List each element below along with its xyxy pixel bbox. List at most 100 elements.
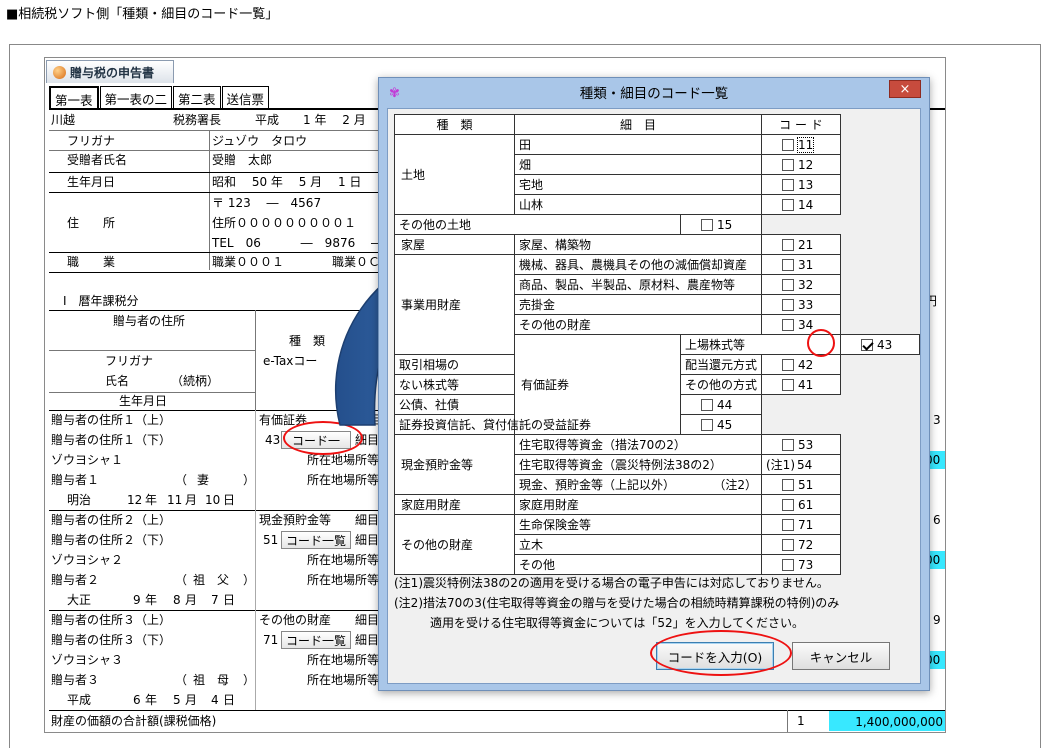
donor2-address-top[interactable]: 贈与者の住所２（上） bbox=[51, 511, 171, 529]
code-checkbox[interactable] bbox=[700, 218, 713, 231]
furigana-field[interactable]: ジュゾウ タロウ bbox=[212, 132, 307, 150]
donor3-kana[interactable]: ゾウヨシャ３ bbox=[51, 651, 123, 669]
donor2-detail-label-2: 細目 bbox=[355, 533, 380, 547]
code-checkbox[interactable] bbox=[782, 178, 794, 191]
code-checkbox[interactable] bbox=[782, 558, 794, 571]
donor1-address-top[interactable]: 贈与者の住所１（上） bbox=[51, 411, 171, 429]
donor2-location-2[interactable]: 所在地場所等 bbox=[307, 571, 379, 589]
code-row: 公債、社債 44 bbox=[394, 394, 920, 415]
item-label: 宅地 bbox=[519, 178, 544, 192]
year-unit: 年 bbox=[145, 593, 158, 607]
close-icon[interactable]: × bbox=[889, 80, 921, 98]
item-label: 家屋、構築物 bbox=[519, 238, 592, 252]
code-checkbox[interactable] bbox=[782, 138, 794, 151]
birth-field[interactable]: 昭和 50 年 5 月 1 日 bbox=[212, 173, 361, 191]
donor3-address-bottom[interactable]: 贈与者の住所３（下） bbox=[51, 631, 171, 649]
tab-sheet-2[interactable]: 第二表 bbox=[173, 86, 221, 108]
tab-transmission[interactable]: 送信票 bbox=[221, 86, 270, 108]
code-checkbox[interactable] bbox=[700, 418, 713, 431]
donor2-month[interactable]: 8 bbox=[173, 591, 181, 609]
donor1-code[interactable]: 43 bbox=[265, 431, 280, 449]
donor-address-header: 贈与者の住所 bbox=[113, 314, 186, 328]
code-checkbox[interactable] bbox=[782, 438, 794, 451]
donor-birth-header: 生年月日 bbox=[119, 394, 168, 408]
donor3-code-list-button[interactable]: コード一覧 bbox=[281, 631, 351, 649]
code-prefix: (注1) bbox=[766, 458, 795, 472]
donor1-kana[interactable]: ゾウヨシャ１ bbox=[51, 451, 123, 469]
code-cell: 15 bbox=[679, 214, 763, 235]
donor2-relation[interactable]: 祖 父 bbox=[193, 571, 229, 589]
code-cell: 12 bbox=[761, 154, 841, 175]
code-checkbox[interactable] bbox=[782, 538, 794, 551]
document-tab[interactable]: 贈与税の申告書 bbox=[46, 60, 174, 83]
dialog-body: 種 類 細 目 コ ー ド 土地田 11 畑 12 宅地 13 山林 14 その他の土地 15 家屋… bbox=[387, 108, 921, 684]
donor2-location-1[interactable]: 所在地場所等 bbox=[307, 551, 379, 569]
recipient-name-field[interactable]: 受贈 太郎 bbox=[212, 151, 272, 169]
code-value: 11 bbox=[796, 136, 815, 153]
donor2-era[interactable]: 大正 bbox=[67, 591, 91, 609]
donor2-name[interactable]: 贈与者２ bbox=[51, 571, 99, 589]
cancel-button[interactable]: キャンセル bbox=[792, 642, 890, 670]
code-cell: 33 bbox=[761, 294, 841, 315]
code-checkbox[interactable] bbox=[782, 478, 794, 491]
donor1-name[interactable]: 贈与者１ bbox=[51, 471, 99, 489]
code-checkbox[interactable] bbox=[782, 298, 794, 311]
donor3-month[interactable]: 5 bbox=[173, 691, 181, 709]
code-checkbox[interactable] bbox=[782, 278, 794, 291]
code-checkbox[interactable] bbox=[700, 398, 713, 411]
code-checkbox[interactable] bbox=[861, 338, 873, 351]
donor3-era[interactable]: 平成 bbox=[67, 691, 91, 709]
donor2-year[interactable]: 9 bbox=[133, 591, 141, 609]
donor2-code-list-button[interactable]: コード一覧 bbox=[281, 531, 351, 549]
donor1-address-bottom[interactable]: 贈与者の住所１（下） bbox=[51, 431, 171, 449]
code-value: 71 bbox=[798, 517, 814, 532]
code-checkbox[interactable] bbox=[782, 378, 794, 391]
donor3-location-1[interactable]: 所在地場所等 bbox=[307, 651, 379, 669]
postal-field[interactable]: 〒 123 ― 4567 bbox=[212, 194, 321, 212]
furigana-label: フリガナ bbox=[67, 134, 116, 148]
code-cell: 32 bbox=[761, 274, 841, 295]
donor2-address-bottom[interactable]: 贈与者の住所２（下） bbox=[51, 531, 171, 549]
code-row: 家庭用財産 家庭用財産 61 bbox=[394, 494, 920, 515]
tab-sheet-1-2[interactable]: 第一表の二 bbox=[99, 86, 173, 108]
code-checkbox[interactable] bbox=[782, 498, 794, 511]
donor2-day[interactable]: 7 bbox=[211, 591, 219, 609]
filing-date: 平成 1 年 2 月 bbox=[255, 113, 366, 127]
donor3-code[interactable]: 71 bbox=[263, 631, 278, 649]
month-unit: 月 bbox=[185, 693, 198, 707]
code-checkbox[interactable] bbox=[782, 158, 794, 171]
item-cell: その他の財産 bbox=[514, 314, 762, 335]
donor3-relation[interactable]: 祖 母 bbox=[193, 671, 229, 689]
donor3-day[interactable]: 4 bbox=[211, 691, 219, 709]
note-2: (注2)措法70の3(住宅取得等資金の贈与を受けた場合の相続時精算課税の特例)の… bbox=[394, 596, 840, 610]
donor3-year[interactable]: 6 bbox=[133, 691, 141, 709]
donor-name-header: 氏名 （続柄） bbox=[105, 374, 220, 388]
donor1-location-2[interactable]: 所在地場所等 bbox=[307, 471, 379, 489]
tab-sheet-1[interactable]: 第一表 bbox=[49, 86, 99, 108]
code-checkbox[interactable] bbox=[782, 318, 794, 331]
donor3-name[interactable]: 贈与者３ bbox=[51, 671, 99, 689]
code-value: 42 bbox=[798, 357, 814, 372]
donor2-code[interactable]: 51 bbox=[263, 531, 278, 549]
code-row: その他の土地 15 bbox=[394, 214, 920, 235]
donor1-day[interactable]: 10 bbox=[205, 491, 220, 509]
donor3-location-2[interactable]: 所在地場所等 bbox=[307, 671, 379, 689]
code-checkbox[interactable] bbox=[782, 358, 794, 371]
code-checkbox[interactable] bbox=[782, 518, 794, 531]
donor1-month[interactable]: 11 bbox=[167, 491, 182, 509]
donor2-right-value: 6 bbox=[933, 513, 941, 527]
donor1-year[interactable]: 12 bbox=[127, 491, 142, 509]
donor1-era[interactable]: 明治 bbox=[67, 491, 91, 509]
donor1-relation[interactable]: 妻 bbox=[197, 471, 209, 489]
day-unit: 日 bbox=[223, 593, 236, 607]
total-value: 1,400,000,000 bbox=[855, 715, 943, 729]
code-list-dialog: ✾ 種類・細目のコード一覧 × 種 類 細 目 コ ー ド 土地田 11 畑 12 宅地… bbox=[378, 77, 930, 691]
code-checkbox[interactable] bbox=[782, 258, 794, 271]
code-checkbox[interactable] bbox=[782, 198, 794, 211]
donor3-address-top[interactable]: 贈与者の住所３（上） bbox=[51, 611, 171, 629]
donor3-right-value: 9 bbox=[933, 613, 941, 627]
code-checkbox[interactable] bbox=[782, 238, 794, 251]
furigana-header: フリガナ bbox=[105, 354, 154, 368]
code-cell: 61 bbox=[761, 494, 841, 515]
donor2-kana[interactable]: ゾウヨシャ２ bbox=[51, 551, 123, 569]
